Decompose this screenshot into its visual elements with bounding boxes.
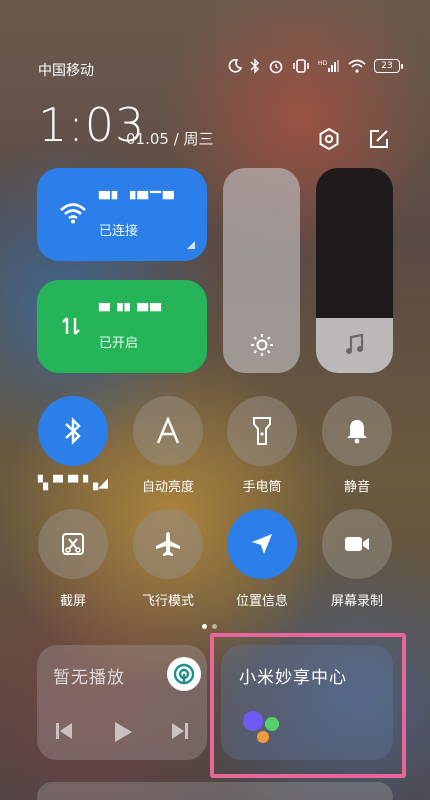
highlight-box — [210, 633, 406, 778]
edit-button[interactable] — [364, 124, 394, 154]
flashlight-icon — [253, 417, 271, 445]
moon-icon — [228, 59, 242, 73]
carrier-name: 中国移动 — [38, 63, 94, 79]
bell-icon — [347, 420, 367, 444]
music-note-icon — [345, 333, 363, 354]
scissors-icon — [62, 533, 84, 555]
airplane-mode-label: 飞行模式 — [141, 594, 194, 609]
letter-a-icon — [156, 417, 180, 444]
screenshot-label: 截屏 — [59, 594, 86, 609]
screenshot-toggle[interactable] — [38, 509, 108, 579]
media-title: 暂无播放 — [53, 668, 125, 688]
wifi-icon — [348, 59, 366, 73]
bluetooth-icon — [250, 58, 260, 74]
bluetooth-toggle[interactable] — [38, 396, 108, 466]
brightness-slider[interactable] — [223, 168, 300, 373]
wifi-status: 已连接 — [99, 224, 139, 239]
vibrate-icon — [293, 59, 309, 73]
next-track-icon[interactable] — [171, 721, 189, 741]
brightness-icon — [250, 334, 273, 356]
auto-brightness-toggle[interactable] — [133, 396, 203, 466]
auto-brightness-label: 自动亮度 — [141, 480, 194, 495]
data-transfer-icon — [62, 317, 80, 335]
airplane-icon — [156, 532, 180, 556]
battery-icon: 23 — [374, 59, 403, 73]
flashlight-toggle[interactable] — [227, 396, 297, 466]
settings-button[interactable] — [314, 124, 344, 154]
mobile-data-status: 已开启 — [99, 336, 139, 351]
cast-button[interactable] — [167, 657, 201, 691]
carrier-network-name: ▀▝▘▀▀ — [99, 304, 163, 320]
mobile-data-tile[interactable]: ▀▝▘▀▀ 已开启 — [37, 280, 207, 373]
expand-corner-icon — [187, 241, 195, 249]
wifi-tile[interactable]: ▀▘▝▀▔▀ 已连接 — [37, 168, 207, 261]
page-dot — [212, 624, 217, 629]
location-toggle[interactable] — [227, 509, 297, 579]
location-label: 位置信息 — [235, 594, 288, 609]
screen-record-label: 屏幕录制 — [330, 594, 383, 609]
page-dot-active — [202, 624, 207, 629]
wifi-network-name: ▀▘▝▀▔▀ — [99, 192, 176, 208]
mute-toggle[interactable] — [322, 396, 392, 466]
mute-label: 静音 — [343, 480, 370, 495]
cast-icon — [173, 663, 195, 685]
airplane-mode-toggle[interactable] — [133, 509, 203, 579]
volume-slider[interactable] — [316, 168, 393, 373]
battery-level: 23 — [381, 61, 393, 71]
play-icon[interactable] — [113, 721, 133, 743]
bottom-card — [37, 782, 393, 800]
settings-icon — [319, 127, 339, 151]
screen-record-toggle[interactable] — [322, 509, 392, 579]
svg-text:HD: HD — [318, 60, 328, 67]
wifi-icon — [60, 203, 86, 224]
edit-icon — [370, 130, 388, 148]
flashlight-label: 手电筒 — [242, 480, 282, 495]
alarm-icon — [269, 60, 283, 74]
bluetooth-label: ▚▝▘▀▝▗◢ — [38, 476, 108, 491]
hd-signal-icon: HD — [318, 60, 339, 72]
bluetooth-icon — [65, 417, 81, 445]
status-icons: HD 23 — [228, 58, 403, 74]
clock-date: 01.05 / 周三 — [126, 130, 214, 148]
location-arrow-icon — [252, 534, 272, 554]
previous-track-icon[interactable] — [55, 721, 73, 741]
media-player-card[interactable]: 暂无播放 — [37, 645, 207, 760]
page-indicator — [202, 624, 217, 629]
video-camera-icon — [345, 537, 369, 551]
